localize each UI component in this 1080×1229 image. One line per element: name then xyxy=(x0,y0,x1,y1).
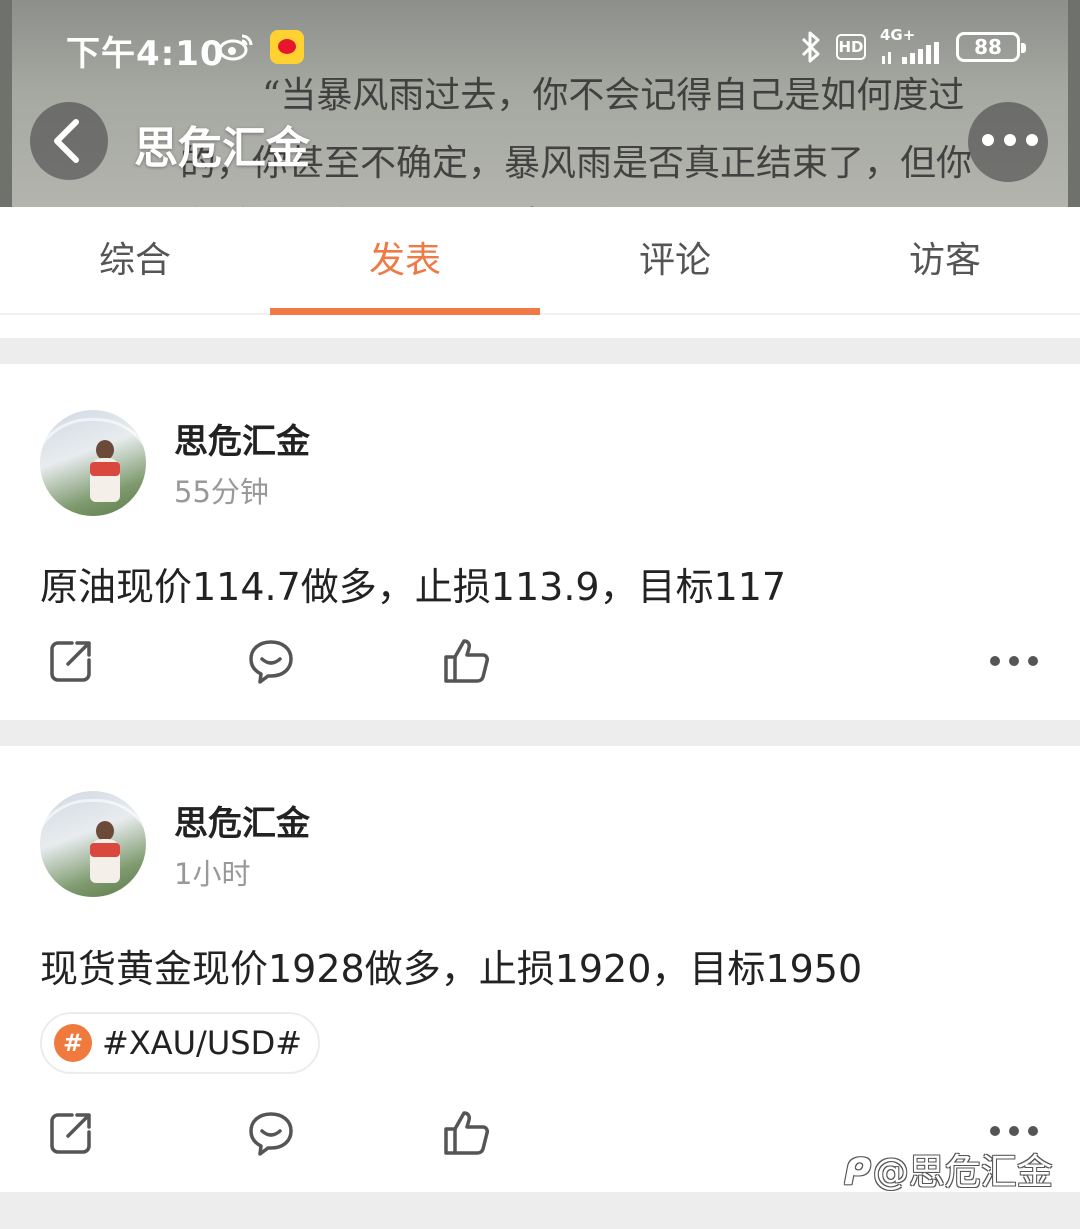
status-time: 下午4:10 xyxy=(66,34,225,74)
tab-posts[interactable]: 发表 xyxy=(270,207,540,315)
section-divider xyxy=(0,1192,1080,1229)
background-text-line: “当暴风雨过去，你不会记得自己是如何度过 xyxy=(262,75,965,116)
post-time: 55分钟 xyxy=(174,475,269,509)
post-card: 思危汇金 55分钟 原油现价114.7做多，止损113.9，目标117 xyxy=(0,364,1080,720)
post-card: 思危汇金 1小时 现货黄金现价1928做多，止损1920，目标1950 # #X… xyxy=(0,746,1080,1192)
watermark-text: @思危汇金 xyxy=(872,1152,1053,1193)
author-name[interactable]: 思危汇金 xyxy=(174,414,310,463)
weibo-icon xyxy=(218,34,253,61)
like-icon xyxy=(444,639,489,683)
topic-icon: # xyxy=(54,1024,92,1062)
comment-icon xyxy=(249,640,293,684)
status-bar: 下午4:10 HD 4G+ 88 xyxy=(0,24,1080,74)
status-indicators: HD 4G+ 88 xyxy=(800,26,1026,64)
signal-icon: 4G+ xyxy=(880,26,942,64)
like-button[interactable] xyxy=(442,636,492,686)
profile-header: “当暴风雨过去，你不会记得自己是如何度过 的，你甚至不确定，暴风雨是否真正结束了… xyxy=(0,0,1080,207)
more-icon xyxy=(990,656,1000,666)
author-name[interactable]: 思危汇金 xyxy=(174,796,310,845)
page-title: 思危汇金 xyxy=(134,123,310,174)
post-content[interactable]: 原油现价114.7做多，止损113.9，目标117 xyxy=(40,556,786,611)
post-content[interactable]: 现货黄金现价1928做多，止损1920，目标1950 xyxy=(40,938,862,993)
weibo-icon: ᑭ xyxy=(844,1152,871,1193)
background-text-line: 知道你已经不再是原来那个人了 xyxy=(190,196,694,207)
back-button[interactable] xyxy=(30,102,108,180)
watermark: ᑭ@思危汇金 xyxy=(844,1143,1053,1195)
tab-general[interactable]: 综合 xyxy=(0,207,270,315)
share-button[interactable] xyxy=(46,636,96,686)
like-icon xyxy=(444,1111,489,1155)
post-more-button[interactable] xyxy=(990,1126,1038,1142)
comment-button[interactable] xyxy=(246,636,296,686)
battery-icon: 88 xyxy=(956,32,1026,62)
avatar[interactable] xyxy=(40,791,146,897)
weibo-app-icon xyxy=(270,30,304,64)
section-divider xyxy=(0,720,1080,746)
more-icon xyxy=(990,1126,1000,1136)
share-icon xyxy=(50,1113,91,1154)
share-icon xyxy=(50,641,91,682)
share-button[interactable] xyxy=(46,1108,96,1158)
tab-comments[interactable]: 评论 xyxy=(540,207,810,315)
post-more-button[interactable] xyxy=(990,656,1038,672)
section-divider xyxy=(0,338,1080,364)
topic-label: #XAU/USD# xyxy=(102,1024,303,1062)
bluetooth-icon xyxy=(801,31,820,63)
topic-tag[interactable]: # #XAU/USD# xyxy=(40,1012,321,1074)
back-icon xyxy=(54,119,79,163)
like-button[interactable] xyxy=(442,1108,492,1158)
tab-visitors[interactable]: 访客 xyxy=(810,207,1080,315)
post-time: 1小时 xyxy=(174,857,251,891)
more-options-button[interactable] xyxy=(968,102,1048,182)
battery-level: 88 xyxy=(974,35,1002,59)
comment-button[interactable] xyxy=(246,1108,296,1158)
profile-tabs: 综合 发表 评论 访客 xyxy=(0,207,1080,315)
comment-icon xyxy=(249,1112,293,1156)
avatar[interactable] xyxy=(40,410,146,516)
hd-icon: HD xyxy=(836,34,866,60)
more-icon xyxy=(982,134,1038,146)
